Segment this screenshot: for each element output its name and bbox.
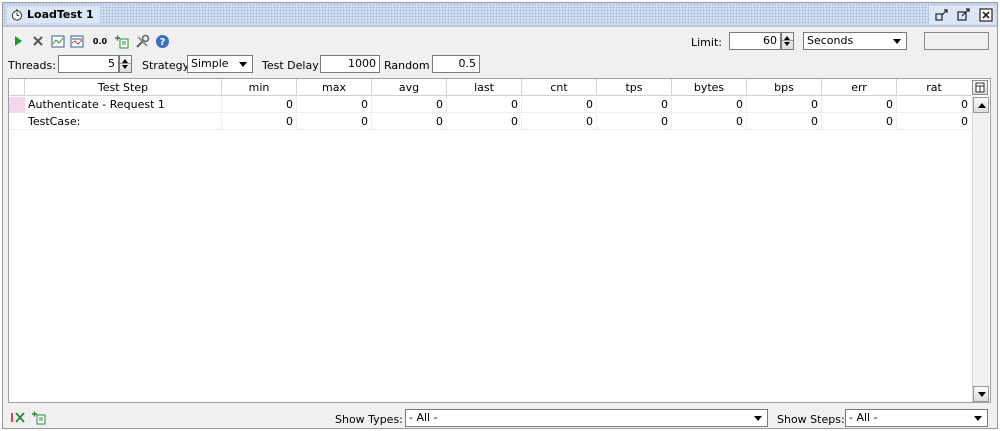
- cell-max: 0: [297, 114, 372, 130]
- bottom-toolbar: Show Types: - All - Show Steps: - All -: [3, 405, 997, 429]
- arrow-up-icon: [978, 103, 986, 108]
- limit-spinner-buttons[interactable]: [781, 32, 794, 50]
- table-row[interactable]: TestCase: 0 0 0 0 0 0 0 0 0 0: [9, 114, 971, 130]
- title-bar: LoadTest 1: [3, 3, 997, 27]
- cell-rat: 0: [961, 115, 968, 128]
- progress-field: [924, 32, 989, 50]
- test-delay-input[interactable]: 1000: [320, 55, 380, 73]
- cell-rat: 0: [961, 98, 968, 111]
- add-assertion-icon[interactable]: [31, 409, 47, 425]
- threads-label: Threads:: [8, 59, 56, 72]
- vertical-scrollbar[interactable]: [972, 97, 989, 402]
- threads-spinner[interactable]: 5: [58, 55, 132, 73]
- column-header-bytes[interactable]: bytes: [672, 79, 747, 96]
- run-icon[interactable]: [10, 33, 26, 49]
- reset-statistics-icon[interactable]: 0.0: [91, 33, 109, 49]
- statistics-table: Test Step min max avg last cnt tps bytes…: [8, 78, 991, 403]
- detach-icon[interactable]: [933, 6, 951, 24]
- window-buttons: [929, 6, 995, 24]
- column-header-last[interactable]: last: [447, 79, 522, 96]
- options-tools-icon[interactable]: [134, 33, 150, 49]
- random-label: Random: [384, 59, 430, 72]
- cell-test-step: Authenticate - Request 1: [25, 97, 222, 113]
- column-header-rat[interactable]: rat: [897, 79, 971, 96]
- row-header-corner: [9, 79, 25, 96]
- column-chooser-icon: [975, 82, 985, 93]
- svg-text:?: ?: [159, 37, 165, 48]
- limit-unit-select[interactable]: Seconds: [803, 32, 907, 50]
- cell-bps: 0: [747, 97, 822, 113]
- arrow-down-icon: [978, 392, 986, 397]
- row-marker: [9, 97, 25, 113]
- cell-min: 0: [222, 97, 297, 113]
- add-assertion-icon[interactable]: [114, 33, 130, 49]
- main-toolbar: 0.0 ? Limit: 60 Seconds: [3, 28, 997, 52]
- random-input[interactable]: 0.5: [432, 55, 480, 73]
- cell-err: 0: [822, 97, 897, 113]
- cell-last: 0: [447, 114, 522, 130]
- chevron-down-icon: [974, 416, 982, 421]
- column-header-avg[interactable]: avg: [372, 79, 447, 96]
- cell-tps: 0: [597, 114, 672, 130]
- table-header: Test Step min max avg last cnt tps bytes…: [9, 79, 971, 96]
- cell-min: 0: [222, 114, 297, 130]
- cell-avg: 0: [372, 97, 447, 113]
- show-steps-label: Show Steps:: [777, 413, 845, 426]
- show-types-label: Show Types:: [335, 413, 403, 426]
- column-header-err[interactable]: err: [822, 79, 897, 96]
- limit-spinner[interactable]: 60: [729, 32, 795, 50]
- threads-spinner-buttons[interactable]: [119, 55, 132, 73]
- statistics-history-icon[interactable]: [69, 33, 85, 49]
- restore-icon[interactable]: [955, 6, 973, 24]
- threads-input[interactable]: 5: [58, 55, 119, 73]
- strategy-select[interactable]: Simple: [187, 55, 253, 73]
- settings-toolbar: Threads: 5 Strategy Simple Test Delay 10…: [3, 52, 997, 76]
- close-icon[interactable]: [977, 6, 995, 24]
- limit-label: Limit:: [691, 36, 722, 49]
- row-marker: [9, 114, 25, 130]
- cell-bps: 0: [747, 114, 822, 130]
- remove-assertion-icon[interactable]: [10, 409, 26, 425]
- column-header-test-step[interactable]: Test Step: [25, 79, 222, 96]
- cell-bytes: 0: [672, 97, 747, 113]
- show-steps-select[interactable]: - All -: [845, 409, 988, 427]
- chevron-down-icon: [893, 39, 901, 44]
- chevron-down-icon: [754, 416, 762, 421]
- cell-cnt: 0: [522, 97, 597, 113]
- strategy-label: Strategy: [142, 59, 190, 72]
- cell-max: 0: [297, 97, 372, 113]
- chevron-down-icon: [239, 62, 247, 67]
- column-header-bps[interactable]: bps: [747, 79, 822, 96]
- table-row[interactable]: Authenticate - Request 1 0 0 0 0 0 0 0 0…: [9, 97, 971, 113]
- cell-cnt: 0: [522, 114, 597, 130]
- cancel-icon[interactable]: [30, 33, 46, 49]
- cell-tps: 0: [597, 97, 672, 113]
- column-header-max[interactable]: max: [297, 79, 372, 96]
- statistics-graph-icon[interactable]: [50, 33, 66, 49]
- test-delay-label: Test Delay: [262, 59, 319, 72]
- help-icon[interactable]: ?: [154, 33, 170, 49]
- scroll-up-button[interactable]: [973, 97, 989, 113]
- limit-input[interactable]: 60: [729, 32, 781, 50]
- scroll-down-button[interactable]: [973, 386, 989, 402]
- loadtest-window: LoadTest 1 0.0 ? Limit: 60 Seconds Threa…: [2, 2, 998, 429]
- cell-avg: 0: [372, 114, 447, 130]
- cell-err: 0: [822, 114, 897, 130]
- show-types-select[interactable]: - All -: [405, 409, 768, 427]
- column-header-cnt[interactable]: cnt: [522, 79, 597, 96]
- column-chooser-button[interactable]: [972, 80, 988, 95]
- column-header-tps[interactable]: tps: [597, 79, 672, 96]
- cell-test-step: TestCase:: [25, 114, 222, 130]
- cell-bytes: 0: [672, 114, 747, 130]
- stopwatch-icon: [11, 9, 23, 21]
- column-header-min[interactable]: min: [222, 79, 297, 96]
- cell-last: 0: [447, 97, 522, 113]
